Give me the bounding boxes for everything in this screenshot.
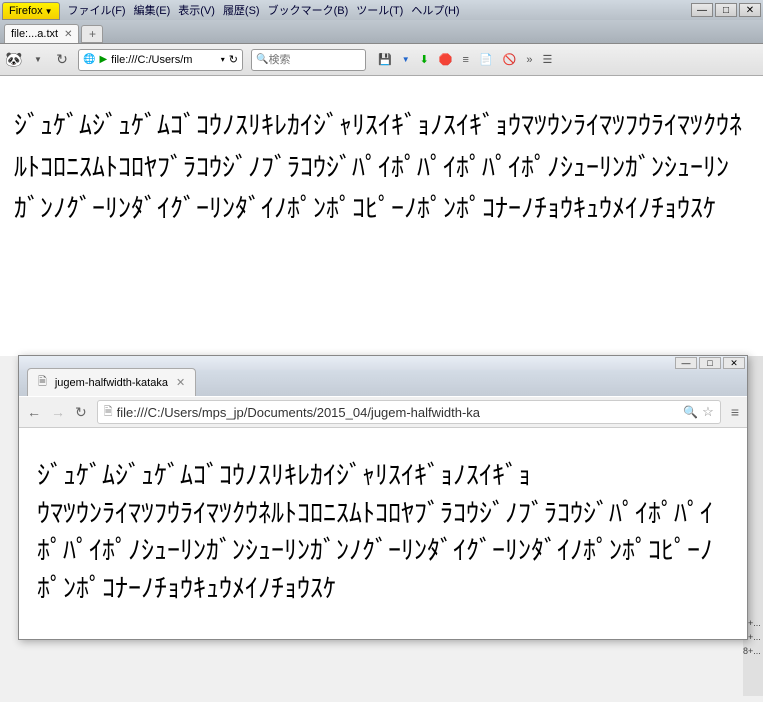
address-input[interactable] <box>117 405 680 420</box>
dropdown-arrow-icon: ▼ <box>45 7 53 16</box>
search-input[interactable] <box>268 54 361 66</box>
close-button[interactable]: ✕ <box>739 3 761 17</box>
minimize-button[interactable]: — <box>675 357 697 369</box>
arrow-icon: ▶ <box>99 54 107 65</box>
firefox-toolbar: 🐼 ▼ ↻ 🌐 ▶ ▾ ↻ 🔍 💾 ▼ ⬇ 🛑 ≡ 📄 🚫 » ☰ <box>0 44 763 76</box>
tab-close-icon[interactable]: ✕ <box>64 29 72 40</box>
new-tab-button[interactable]: + <box>81 25 103 43</box>
firefox-address-bar[interactable]: 🌐 ▶ ▾ ↻ <box>78 49 243 71</box>
noscript-icon[interactable]: 🚫 <box>503 53 517 66</box>
tab-title: file:...a.txt <box>11 28 58 40</box>
chrome-toolbar: ← → ↻ 🗎 🔍 ☆ ≡ <box>19 396 747 428</box>
menu-bookmarks[interactable]: ブックマーク(B) <box>268 2 349 18</box>
firefox-window: Firefox ▼ ファイル(F) 編集(E) 表示(V) 履歴(S) ブックマ… <box>0 0 763 356</box>
firefox-page-text: ｼﾞｭｹﾞﾑｼﾞｭｹﾞﾑｺﾞｺｳﾉｽﾘｷﾚｶｲｼﾞｬﾘｽｲｷﾞｮﾉｽｲｷﾞｮｳﾏ… <box>14 106 749 231</box>
chrome-tabbar: 🗎 jugem-halfwidth-kataka ✕ <box>19 370 747 396</box>
reload-inner-icon[interactable]: ↻ <box>229 53 238 66</box>
tab-title: jugem-halfwidth-kataka <box>55 377 168 389</box>
back-icon[interactable]: ← <box>27 404 41 421</box>
dropdown-icon[interactable]: ▼ <box>30 52 46 68</box>
reload-icon[interactable]: ↻ <box>75 404 87 421</box>
firefox-window-controls: — □ ✕ <box>691 3 761 17</box>
maximize-button[interactable]: □ <box>699 357 721 369</box>
close-button[interactable]: ✕ <box>723 357 745 369</box>
firefox-app-label: Firefox <box>9 5 43 17</box>
chrome-content: ｼﾞｭｹﾞﾑｼﾞｭｹﾞﾑｺﾞｺｳﾉｽﾘｷﾚｶｲｼﾞｬﾘｽｲｷﾞｮﾉｽｲｷﾞｮ ｳ… <box>19 428 747 639</box>
minimize-button[interactable]: — <box>691 3 713 17</box>
menu-icon[interactable]: ☰ <box>543 53 553 66</box>
bg-hint-3: 8+... <box>743 644 763 658</box>
search-icon[interactable]: 🔍 <box>683 405 698 419</box>
firefox-tabbar: file:...a.txt ✕ + <box>0 20 763 44</box>
firefox-search-bar[interactable]: 🔍 <box>251 49 366 71</box>
document-icon: 🗎 <box>38 373 47 392</box>
firefox-menubar: ファイル(F) 編集(E) 表示(V) 履歴(S) ブックマーク(B) ツール(… <box>68 2 460 18</box>
chrome-window: — □ ✕ 🗎 jugem-halfwidth-kataka ✕ ← → ↻ 🗎… <box>18 355 748 640</box>
address-input[interactable] <box>111 54 217 66</box>
menu-tools[interactable]: ツール(T) <box>356 2 403 18</box>
forward-icon[interactable]: → <box>51 404 65 421</box>
menu-edit[interactable]: 編集(E) <box>134 2 171 18</box>
chrome-page-text: ｼﾞｭｹﾞﾑｼﾞｭｹﾞﾑｺﾞｺｳﾉｽﾘｷﾚｶｲｼﾞｬﾘｽｲｷﾞｮﾉｽｲｷﾞｮ ｳ… <box>37 458 729 609</box>
firefox-tab[interactable]: file:...a.txt ✕ <box>4 24 79 43</box>
adblock-icon[interactable]: 🛑 <box>439 53 453 66</box>
download-icon[interactable]: ⬇ <box>420 53 429 66</box>
globe-icon: 🌐 <box>83 54 95 65</box>
tab-close-icon[interactable]: ✕ <box>176 376 185 389</box>
chrome-tab[interactable]: 🗎 jugem-halfwidth-kataka ✕ <box>27 368 196 396</box>
reload-icon[interactable]: ↻ <box>54 52 70 68</box>
firefox-titlebar: Firefox ▼ ファイル(F) 編集(E) 表示(V) 履歴(S) ブックマ… <box>0 0 763 20</box>
pdf-icon[interactable]: 📄 <box>479 53 493 66</box>
menu-file[interactable]: ファイル(F) <box>68 2 126 18</box>
menu-history[interactable]: 履歴(S) <box>223 2 260 18</box>
firefox-toolbar-icons: 💾 ▼ ⬇ 🛑 ≡ 📄 🚫 » ☰ <box>378 53 552 66</box>
search-icon: 🔍 <box>256 54 268 65</box>
overflow-icon[interactable]: » <box>526 54 532 66</box>
panda-icon[interactable]: 🐼 <box>6 52 22 68</box>
dropdown-small-icon[interactable]: ▼ <box>402 55 410 64</box>
dropdown-arrow-icon[interactable]: ▾ <box>221 55 225 64</box>
firefox-app-button[interactable]: Firefox ▼ <box>2 2 60 20</box>
maximize-button[interactable]: □ <box>715 3 737 17</box>
chrome-address-bar[interactable]: 🗎 🔍 ☆ <box>97 400 721 424</box>
chrome-nav: ← → ↻ <box>27 404 87 421</box>
save-icon[interactable]: 💾 <box>378 53 392 66</box>
chrome-window-controls: — □ ✕ <box>675 357 745 369</box>
firefox-content: ｼﾞｭｹﾞﾑｼﾞｭｹﾞﾑｺﾞｺｳﾉｽﾘｷﾚｶｲｼﾞｬﾘｽｲｷﾞｮﾉｽｲｷﾞｮｳﾏ… <box>0 76 763 356</box>
chrome-menu-icon[interactable]: ≡ <box>731 404 739 420</box>
menu-view[interactable]: 表示(V) <box>178 2 215 18</box>
menu-help[interactable]: ヘルプ(H) <box>411 2 459 18</box>
bookmark-star-icon[interactable]: ☆ <box>702 404 714 420</box>
list-icon[interactable]: ≡ <box>463 54 469 66</box>
file-icon: 🗎 <box>104 403 113 422</box>
